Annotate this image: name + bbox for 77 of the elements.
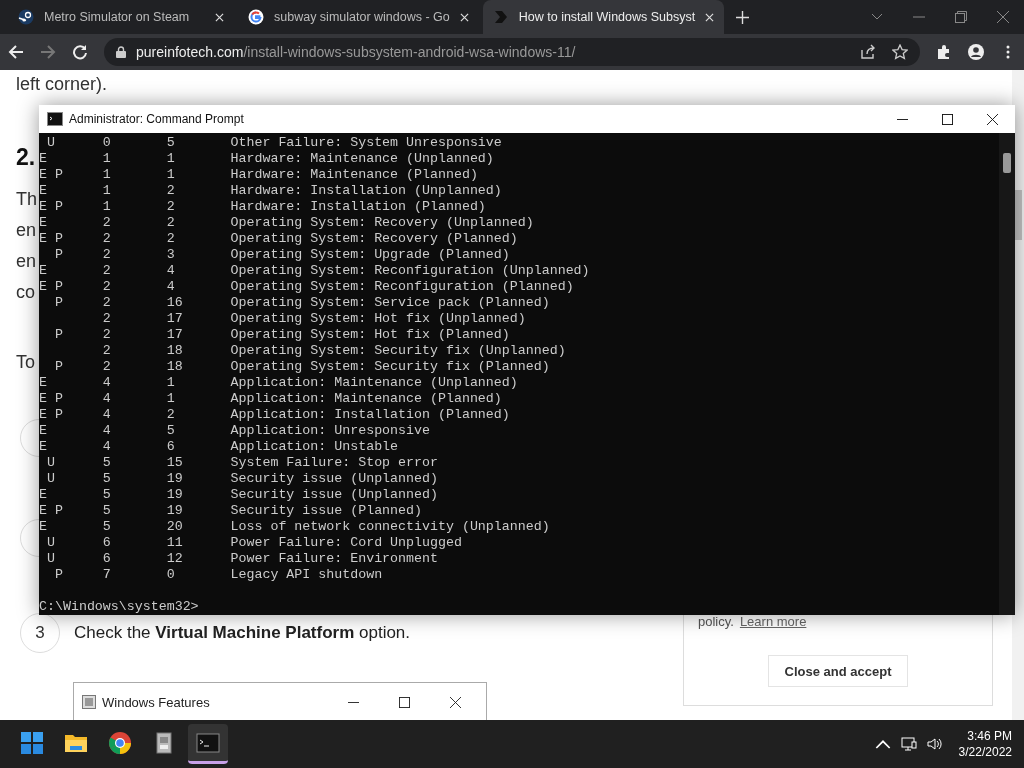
console-line: U 6 12 Power Failure: Environment bbox=[45, 551, 439, 567]
features-icon bbox=[82, 695, 96, 709]
browser-tab[interactable]: Metro Simulator on Steam bbox=[8, 0, 234, 34]
console-line: P 7 0 Legacy API shutdown bbox=[53, 567, 384, 583]
close-and-accept-button[interactable]: Close and accept bbox=[768, 655, 908, 687]
tab-title: Metro Simulator on Steam bbox=[44, 10, 191, 24]
console-line: E 4 1 Application: Maintenance (Unplanned) bbox=[39, 375, 519, 391]
console-line: U 6 11 Power Failure: Cord Unplugged bbox=[45, 535, 463, 551]
console-line: E P 5 19 Security issue (Planned) bbox=[39, 503, 423, 519]
console-line: E P 4 1 Application: Maintenance (Planned) bbox=[39, 391, 503, 407]
article-text: left corner). bbox=[16, 73, 108, 96]
cookie-text: policy. bbox=[698, 614, 734, 629]
windows-icon bbox=[20, 730, 44, 755]
step-text: Check the Virtual Machine Platform option. bbox=[74, 623, 411, 643]
console-line: E 5 20 Loss of network connectivity (Unplanned) bbox=[39, 519, 551, 535]
console-line: U 5 15 System Failure: Stop error bbox=[45, 455, 439, 471]
console-line: E P 2 4 Operating System: Reconfiguration (Planned) bbox=[39, 279, 575, 295]
maximize-icon bbox=[399, 696, 410, 708]
steam-icon bbox=[18, 9, 34, 25]
console-line: E 1 1 Hardware: Maintenance (Unplanned) bbox=[39, 151, 495, 167]
restore-icon[interactable] bbox=[955, 11, 967, 23]
reload-icon[interactable] bbox=[72, 44, 88, 60]
new-tab-icon[interactable] bbox=[736, 10, 750, 24]
console-line: E 2 2 Operating System: Recovery (Unplanned) bbox=[39, 215, 535, 231]
window-title: Windows Features bbox=[102, 694, 210, 710]
share-icon[interactable] bbox=[860, 44, 876, 60]
terminal-icon bbox=[196, 730, 220, 755]
article-text: en bbox=[16, 219, 37, 242]
article-text: Th bbox=[16, 188, 37, 211]
article-text: co bbox=[16, 281, 35, 304]
article-text: en bbox=[16, 250, 37, 273]
console-line: P 2 18 Operating System: Security fix (Planned) bbox=[53, 359, 551, 375]
section-heading: 2. bbox=[16, 143, 36, 171]
volume-icon[interactable] bbox=[926, 736, 943, 752]
console-line: E P 1 2 Hardware: Installation (Planned) bbox=[39, 199, 487, 215]
forward-icon[interactable] bbox=[40, 44, 56, 60]
learn-more-link[interactable]: Learn more bbox=[739, 614, 807, 629]
console-line: P 2 16 Operating System: Service pack (Planned) bbox=[53, 295, 551, 311]
console-line: U 5 19 Security issue (Unplanned) bbox=[45, 471, 439, 487]
chrome-icon bbox=[108, 730, 132, 755]
article-text: To bbox=[16, 351, 35, 374]
console-line: E 2 4 Operating System: Reconfiguration (Unplanned) bbox=[39, 263, 591, 279]
network-icon[interactable] bbox=[900, 736, 917, 752]
close-icon bbox=[450, 696, 461, 708]
google-icon bbox=[248, 9, 264, 25]
clock-date[interactable]: 3/22/2022 bbox=[958, 744, 1012, 760]
console-line: E 4 6 Application: Unstable bbox=[39, 439, 400, 455]
console-line: E P 1 1 Hardware: Maintenance (Planned) bbox=[39, 167, 479, 183]
address-bar[interactable]: pureinfotech.com/install-windows-subsystem-android-wsa-windows-11/ bbox=[104, 38, 920, 66]
console-line: E 1 2 Hardware: Installation (Unplanned) bbox=[39, 183, 503, 199]
back-icon[interactable] bbox=[8, 44, 24, 60]
taskbar-app[interactable] bbox=[188, 724, 228, 764]
clock-time[interactable]: 3:46 PM bbox=[967, 728, 1012, 744]
tab-title: subway simulator windows - Go bbox=[274, 10, 450, 24]
command-prompt[interactable]: C:\Windows\system32> bbox=[39, 599, 999, 615]
star-icon[interactable] bbox=[892, 44, 908, 60]
browser-tab[interactable]: How to install Windows Subsyst bbox=[482, 0, 725, 34]
terminal-icon bbox=[47, 112, 63, 126]
window-title: Administrator: Command Prompt bbox=[69, 112, 244, 126]
console-line: U 0 5 Other Failure: System Unresponsive bbox=[45, 135, 503, 151]
console-line: 2 17 Operating System: Hot fix (Unplanned) bbox=[101, 311, 527, 327]
profile-icon[interactable] bbox=[968, 44, 984, 60]
maximize-icon[interactable] bbox=[942, 113, 953, 125]
puzzle-icon[interactable] bbox=[936, 44, 952, 60]
browser-tab[interactable]: subway simulator windows - Go bbox=[238, 0, 479, 34]
console-line: E 4 5 Application: Unresponsive bbox=[39, 423, 431, 439]
close-icon[interactable] bbox=[987, 113, 998, 125]
console-line: P 2 3 Operating System: Upgrade (Planned) bbox=[53, 247, 511, 263]
console-scrollbar[interactable] bbox=[999, 133, 1015, 615]
console-line: E 5 19 Security issue (Unplanned) bbox=[39, 487, 439, 503]
console-line: P 2 17 Operating System: Hot fix (Planned) bbox=[53, 327, 511, 343]
lock-icon bbox=[116, 46, 126, 58]
console-line: E P 2 2 Operating System: Recovery (Planned) bbox=[39, 231, 519, 247]
console-line: 2 18 Operating System: Security fix (Unplanned) bbox=[101, 343, 567, 359]
chevron-logo-icon bbox=[492, 9, 509, 25]
tab-title: How to install Windows Subsyst bbox=[518, 10, 696, 24]
console-line: E P 4 2 Application: Installation (Planned) bbox=[39, 407, 511, 423]
